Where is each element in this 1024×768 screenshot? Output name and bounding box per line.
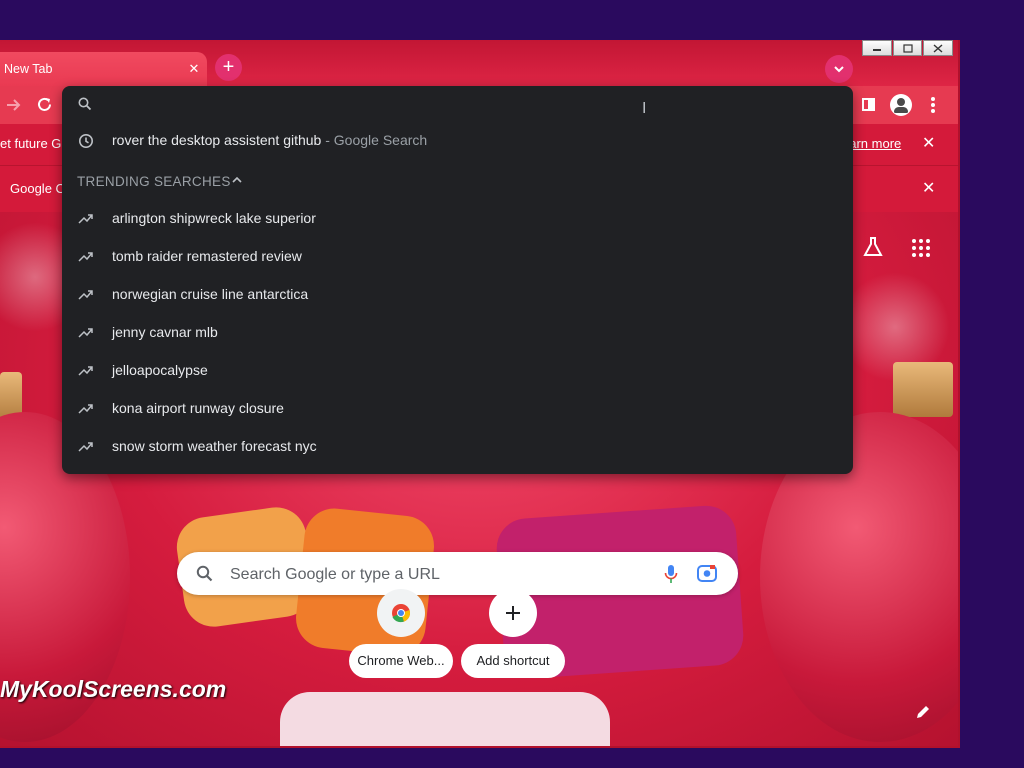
trending-icon — [78, 442, 93, 452]
tab-close-icon[interactable]: ✕ — [181, 61, 207, 77]
suggestion-trending[interactable]: norwegian cruise line antarctica — [62, 276, 853, 314]
chevron-down-icon — [834, 66, 844, 73]
suggestion-history[interactable]: rover the desktop assistent github - Goo… — [62, 122, 853, 160]
suggestion-text: jenny cavnar mlb — [112, 324, 218, 340]
tab-strip: New Tab ✕ + — [0, 40, 958, 86]
infobar-text: et future G — [0, 136, 62, 151]
suggestion-trending[interactable]: jenny cavnar mlb — [62, 314, 853, 352]
omnibox-input[interactable]: I — [62, 86, 853, 124]
suggestion-trending[interactable]: jelloapocalypse — [62, 352, 853, 390]
trending-icon — [78, 328, 93, 338]
watermark: MyKoolScreens.com — [0, 676, 227, 702]
window-controls — [862, 40, 954, 57]
infobar-close-icon[interactable]: ✕ — [922, 133, 935, 153]
restore-icon — [902, 43, 913, 53]
trending-icon — [78, 290, 93, 300]
restore-button[interactable] — [892, 40, 923, 56]
labs-flask-icon[interactable] — [862, 236, 884, 258]
suggestion-suffix: - Google Search — [321, 132, 428, 148]
trending-icon — [78, 252, 93, 262]
trending-icon — [78, 214, 93, 224]
infobar-text: Google C — [10, 181, 65, 196]
close-window-button[interactable] — [923, 40, 954, 56]
chevron-up-icon[interactable] — [232, 175, 242, 185]
trending-icon — [78, 404, 93, 414]
google-apps-icon[interactable] — [911, 238, 931, 258]
suggestion-trending[interactable]: tomb raider remastered review — [62, 238, 853, 276]
tab-new-tab[interactable]: New Tab ✕ — [0, 52, 207, 86]
suggestion-trending[interactable]: kona airport runway closure — [62, 390, 853, 428]
shortcut-chrome-web-store-icon[interactable] — [377, 589, 425, 637]
suggestion-trending[interactable]: snow storm weather forecast nyc — [62, 428, 853, 466]
suggestion-trending[interactable]: arlington shipwreck lake superior — [62, 200, 853, 238]
menu-icon[interactable] — [926, 95, 940, 115]
suggestion-text: snow storm weather forecast nyc — [112, 438, 317, 454]
suggestion-text: kona airport runway closure — [112, 400, 284, 416]
letters-year — [280, 692, 610, 746]
suggestion-text: norwegian cruise line antarctica — [112, 286, 309, 302]
ntp-search-box[interactable] — [177, 552, 738, 595]
add-shortcut-button[interactable] — [489, 589, 537, 637]
ornament-cap — [893, 362, 953, 417]
trending-searches-header: TRENDING SEARCHES — [77, 174, 231, 189]
new-tab-button[interactable]: + — [215, 54, 242, 81]
search-icon — [78, 97, 92, 111]
omnibox-dropdown: I rover the desktop assistent github - G… — [62, 86, 853, 474]
add-shortcut-label[interactable]: Add shortcut — [461, 644, 565, 678]
infobar-close-icon[interactable]: ✕ — [922, 178, 935, 198]
forward-icon[interactable] — [6, 86, 22, 124]
reload-icon[interactable] — [36, 86, 53, 124]
suggestion-text: jelloapocalypse — [112, 362, 208, 378]
suggestion-text: rover the desktop assistent github - Goo… — [112, 132, 427, 148]
customize-pencil-icon[interactable] — [915, 704, 931, 720]
text-cursor-icon: I — [642, 100, 647, 117]
suggestion-text: arlington shipwreck lake superior — [112, 210, 316, 226]
tab-search-button[interactable] — [825, 55, 853, 83]
minimize-icon — [872, 49, 881, 51]
trending-icon — [78, 366, 93, 376]
microphone-icon[interactable] — [664, 564, 678, 584]
minimize-button[interactable] — [862, 40, 892, 56]
suggestion-text: tomb raider remastered review — [112, 248, 302, 264]
chrome-icon — [392, 604, 411, 623]
search-icon — [196, 565, 213, 582]
tab-title: New Tab — [4, 62, 53, 76]
plus-icon — [506, 606, 520, 620]
ntp-search-input[interactable] — [228, 561, 652, 588]
camera-lens-icon[interactable] — [697, 564, 717, 583]
close-icon — [933, 43, 943, 53]
side-panel-icon[interactable] — [862, 98, 875, 111]
history-clock-icon — [79, 134, 93, 148]
suggestion-query: rover the desktop assistent github — [112, 132, 322, 148]
profile-avatar[interactable] — [890, 94, 912, 116]
shortcut-chrome-web-store[interactable]: Chrome Web... — [349, 644, 453, 678]
